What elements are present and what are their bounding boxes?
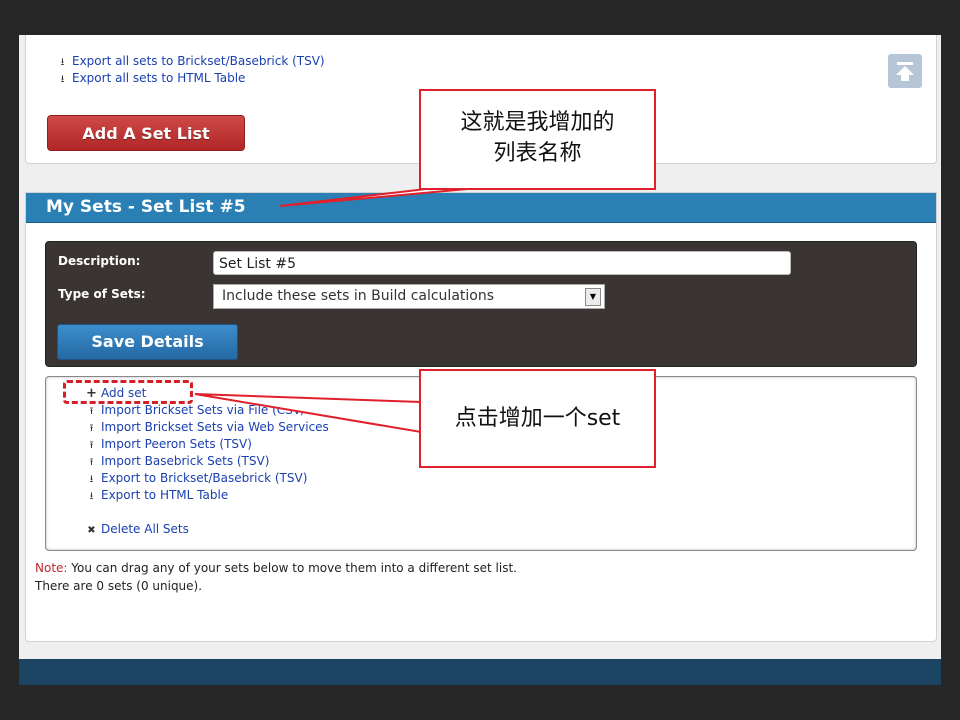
callout-pointer-add-set — [194, 393, 422, 434]
add-set-highlight — [63, 380, 193, 404]
callout-list-name-line1: 这就是我增加的 — [460, 110, 615, 135]
callout-list-name-line2: 列表名称 — [493, 141, 582, 166]
callout-add-set: 点击增加一个set — [419, 369, 656, 468]
callout-list-name: 这就是我增加的 列表名称 — [419, 89, 656, 190]
